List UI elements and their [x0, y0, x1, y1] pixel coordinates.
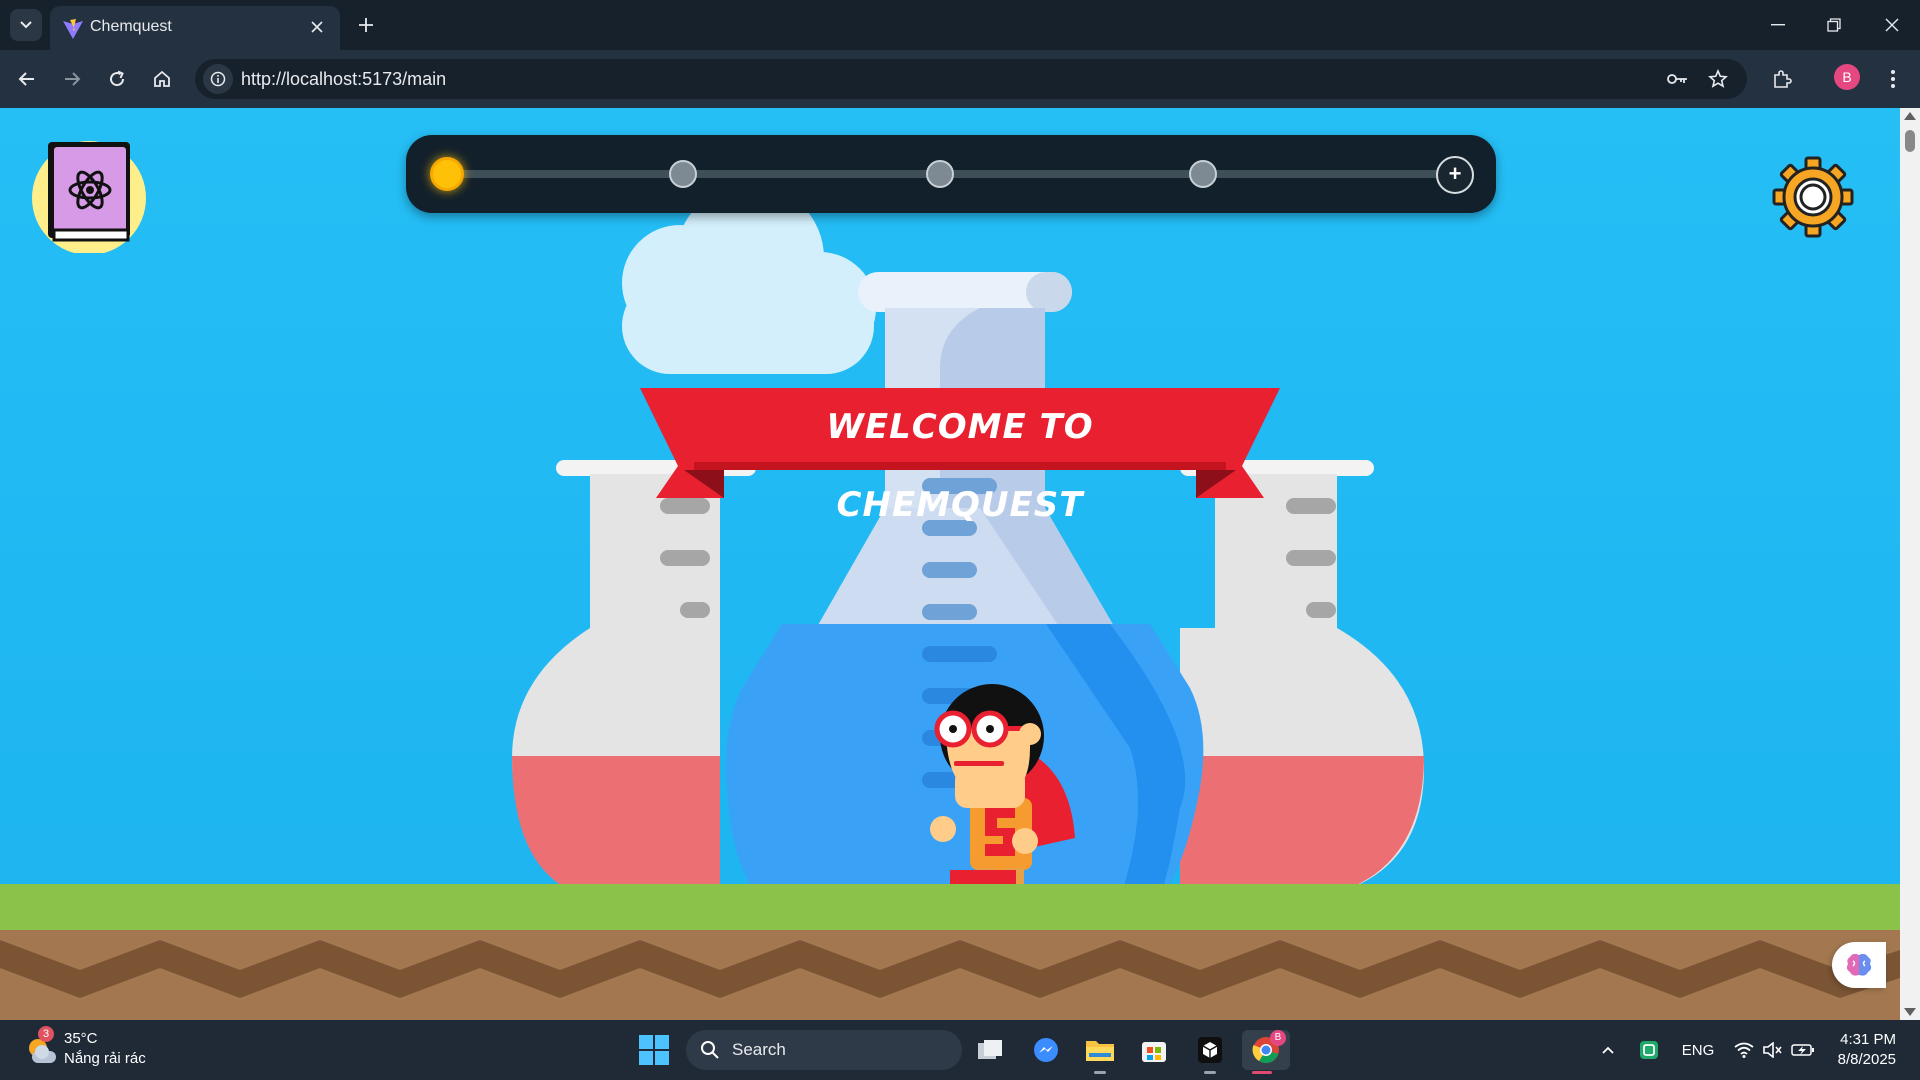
- welcome-banner: WELCOME TO CHEMQUEST: [640, 388, 1280, 525]
- chemistry-book-icon: [48, 142, 130, 242]
- ai-assistant-button[interactable]: [1832, 942, 1886, 988]
- info-icon: [210, 71, 226, 87]
- new-tab-button[interactable]: [352, 11, 380, 39]
- app-tray-icon: [1640, 1041, 1658, 1059]
- chrome-profile-badge: B: [1270, 1030, 1286, 1046]
- volume-muted-icon: [1763, 1042, 1782, 1058]
- chemistry-book-button[interactable]: [32, 138, 147, 253]
- copilot-tray-item[interactable]: [1638, 1034, 1660, 1066]
- weather-temperature: 35°C: [64, 1030, 98, 1047]
- right-flask: [1180, 460, 1424, 898]
- dirt-ground: [0, 930, 1900, 1020]
- home-button[interactable]: [145, 62, 179, 96]
- windows-taskbar: 3 35°C Nắng rải rác Search B ENG 4:31 PM…: [0, 1020, 1920, 1080]
- windows-start-icon[interactable]: [638, 1034, 670, 1066]
- battery-charging-icon: [1791, 1044, 1814, 1056]
- extensions-button[interactable]: [1765, 62, 1799, 96]
- running-indicator: [1204, 1071, 1216, 1074]
- tab-close-button[interactable]: [306, 16, 328, 38]
- restore-icon: [1827, 18, 1841, 32]
- taskbar-search[interactable]: Search: [686, 1030, 962, 1070]
- address-bar[interactable]: http://localhost:5173/main: [195, 59, 1747, 99]
- back-button[interactable]: [10, 62, 44, 96]
- more-vertical-icon: [1891, 70, 1895, 88]
- password-manager-button[interactable]: [1661, 62, 1695, 96]
- show-hidden-icons-button[interactable]: [1598, 1034, 1618, 1066]
- system-clock[interactable]: 4:31 PM 8/8/2025: [1826, 1030, 1896, 1070]
- settings-gear-icon[interactable]: [1772, 156, 1854, 238]
- star-icon: [1708, 69, 1728, 88]
- close-icon: [1885, 18, 1899, 32]
- browser-tabstrip: Chemquest: [0, 0, 1920, 50]
- task-view-button[interactable]: [970, 1030, 1010, 1070]
- messenger-app[interactable]: [1026, 1030, 1066, 1070]
- close-window-button[interactable]: [1870, 8, 1914, 42]
- close-icon: [311, 21, 323, 33]
- url-text: http://localhost:5173/main: [241, 69, 447, 89]
- game-viewport: + WELCOME TO CHEMQUEST: [0, 108, 1900, 1020]
- home-icon: [154, 70, 170, 87]
- level-node-current[interactable]: [430, 157, 464, 191]
- search-icon: [701, 1041, 719, 1059]
- file-explorer-app[interactable]: [1080, 1030, 1120, 1074]
- level-node[interactable]: [1189, 160, 1217, 188]
- reload-button[interactable]: [100, 62, 134, 96]
- messenger-icon: [1034, 1038, 1058, 1062]
- bookmark-button[interactable]: [1701, 62, 1735, 96]
- vite-favicon-icon: [63, 19, 83, 39]
- level-node[interactable]: [926, 160, 954, 188]
- site-info-button[interactable]: [203, 64, 233, 94]
- level-node[interactable]: [669, 160, 697, 188]
- running-indicator: [1252, 1071, 1272, 1074]
- grass-ground: [0, 884, 1900, 936]
- task-view-icon: [978, 1040, 1002, 1059]
- tab-title: Chemquest: [90, 18, 172, 35]
- plus-icon: [359, 18, 373, 32]
- weather-description: Nắng rải rác: [64, 1050, 146, 1067]
- battery-status[interactable]: [1790, 1034, 1816, 1066]
- restore-button[interactable]: [1812, 8, 1856, 42]
- microsoft-store-app[interactable]: [1134, 1030, 1174, 1070]
- reload-icon: [110, 70, 125, 87]
- key-icon: [1667, 74, 1687, 84]
- clock-date: 8/8/2025: [1837, 1051, 1896, 1068]
- language-indicator[interactable]: ENG: [1680, 1034, 1716, 1066]
- search-label: Search: [732, 1040, 786, 1059]
- chevron-down-icon: [20, 21, 32, 29]
- level-progress-bar: +: [406, 135, 1496, 213]
- browser-tab[interactable]: Chemquest: [50, 6, 340, 50]
- weather-notification-badge: 3: [38, 1026, 54, 1042]
- tab-search-button[interactable]: [10, 9, 42, 41]
- scroll-up-arrow-icon[interactable]: [1904, 112, 1916, 120]
- minimize-icon: [1771, 24, 1785, 26]
- scroll-down-arrow-icon[interactable]: [1904, 1008, 1916, 1016]
- cube-icon: [1198, 1037, 1222, 1063]
- cube-app[interactable]: [1190, 1030, 1230, 1074]
- wifi-status[interactable]: [1732, 1034, 1756, 1066]
- store-icon: [1142, 1042, 1166, 1062]
- weather-widget[interactable]: 3 35°C Nắng rải rác: [24, 1026, 164, 1072]
- forward-button[interactable]: [55, 62, 89, 96]
- minimize-button[interactable]: [1756, 8, 1800, 42]
- scroll-thumb[interactable]: [1905, 130, 1915, 152]
- volume-status[interactable]: [1760, 1034, 1784, 1066]
- running-indicator: [1094, 1071, 1106, 1074]
- ai-brain-icon: [1846, 953, 1872, 976]
- wifi-icon: [1734, 1042, 1754, 1058]
- puzzle-icon: [1774, 70, 1792, 88]
- browser-toolbar: http://localhost:5173/main B: [0, 50, 1920, 108]
- chrome-app[interactable]: B: [1242, 1030, 1290, 1074]
- clock-time: 4:31 PM: [1840, 1031, 1896, 1048]
- add-level-button[interactable]: +: [1436, 156, 1474, 194]
- profile-avatar[interactable]: B: [1834, 64, 1860, 90]
- left-flask: [512, 460, 756, 898]
- chevron-up-icon: [1602, 1046, 1614, 1054]
- folder-icon: [1086, 1041, 1114, 1061]
- arrow-right-icon: [65, 72, 81, 86]
- arrow-left-icon: [18, 72, 34, 86]
- welcome-title: WELCOME TO CHEMQUEST: [826, 407, 1094, 525]
- browser-menu-button[interactable]: [1876, 62, 1910, 96]
- page-scrollbar[interactable]: [1900, 108, 1920, 1020]
